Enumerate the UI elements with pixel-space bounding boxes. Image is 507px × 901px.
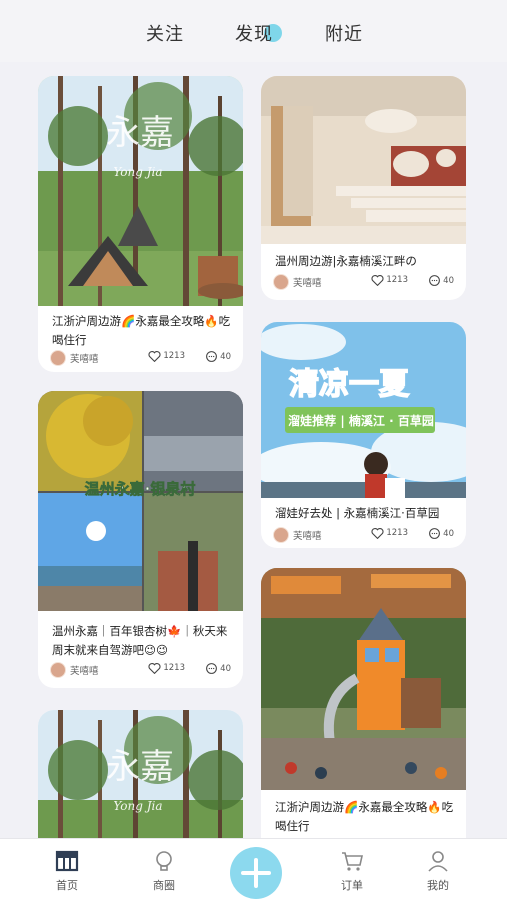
nav-circle-label: 商圈 [153, 879, 175, 892]
feed-card[interactable]: 永嘉 Yong Jia 江浙沪周边游🌈永嘉最全攻略🔥吃喝住行 芙嘻嘻 1213 … [38, 76, 243, 372]
comment-icon [429, 528, 441, 539]
nav-mine[interactable]: 我的 [408, 849, 468, 893]
feed-card[interactable]: 温州永嘉·银泉村 温州永嘉｜百年银杏树🍁｜秋天来周末就来自驾游吧😉😉 芙嘻嘻 1… [38, 391, 243, 688]
card-meta: 芙嘻嘻 1213 40 [273, 274, 454, 290]
overlay-title: 清凉一夏 [289, 367, 410, 402]
comment-icon [429, 275, 441, 286]
nav-circle[interactable]: 商圈 [134, 849, 194, 893]
cart-icon [342, 852, 363, 871]
nav-home[interactable]: 首页 [37, 849, 97, 893]
tab-discover[interactable]: 发现 [235, 24, 273, 45]
top-tab-bar: 关注 发现 附近 [0, 0, 507, 62]
feed-card[interactable]: 清凉一夏 溜娃推荐 | 楠溪江 · 百草园 溜娃好去处 | 永嘉楠溪江·百草园 … [261, 322, 466, 548]
heart-icon [371, 275, 384, 286]
overlay-text: 温州永嘉·银泉村 [85, 480, 196, 498]
avatar[interactable] [50, 662, 66, 678]
avatar[interactable] [273, 274, 289, 290]
like-button[interactable]: 1213 [371, 527, 408, 539]
comment-count: 40 [220, 351, 231, 362]
like-count: 1213 [163, 663, 185, 673]
heart-icon [371, 528, 384, 539]
overlay-subtext: Yong Jia [113, 799, 162, 813]
overlay-text: 永嘉 [106, 747, 174, 787]
add-post-button[interactable] [230, 847, 282, 899]
comment-icon [206, 351, 218, 362]
feed-card[interactable]: 温州周边游|永嘉楠溪江畔の 芙嘻嘻 1213 40 [261, 76, 466, 300]
comment-button[interactable]: 40 [205, 350, 231, 363]
card-title: 溜娃好去处 | 永嘉楠溪江·百草园 [275, 506, 440, 520]
overlay-text: 永嘉 [106, 113, 174, 153]
comment-count: 40 [443, 275, 454, 286]
comment-button[interactable]: 40 [428, 527, 454, 540]
heart-icon [148, 663, 161, 674]
author-name[interactable]: 芙嘻嘻 [70, 663, 99, 677]
comment-count: 40 [220, 663, 231, 674]
like-count: 1213 [386, 275, 408, 285]
like-button[interactable]: 1213 [148, 662, 185, 674]
overlay-subtext: 溜娃推荐 | 楠溪江 · 百草园 [288, 413, 434, 428]
like-button[interactable]: 1213 [371, 274, 408, 286]
feed-card[interactable]: 江浙沪周边游🌈永嘉最全攻略🔥吃喝住行 [261, 568, 466, 870]
like-count: 1213 [386, 528, 408, 538]
avatar[interactable] [50, 350, 66, 366]
home-icon [55, 850, 79, 872]
card-title: 温州永嘉｜百年银杏树🍁｜秋天来周末就来自驾游吧😉😉 [52, 624, 228, 657]
card-meta: 芙嘻嘻 1213 40 [50, 662, 231, 678]
avatar[interactable] [273, 527, 289, 543]
author-name[interactable]: 芙嘻嘻 [70, 351, 99, 365]
comment-count: 40 [443, 528, 454, 539]
heart-icon [148, 351, 161, 362]
nav-orders[interactable]: 订单 [322, 849, 382, 893]
card-photo: 永嘉 Yong Jia [38, 76, 243, 306]
card-title: 江浙沪周边游🌈永嘉最全攻略🔥吃喝住行 [52, 314, 231, 347]
nav-orders-label: 订单 [341, 879, 363, 892]
lightbulb-icon [156, 851, 172, 871]
tab-nearby[interactable]: 附近 [325, 20, 363, 46]
like-button[interactable]: 1213 [148, 350, 185, 362]
card-photo [261, 76, 466, 244]
author-name[interactable]: 芙嘻嘻 [293, 275, 322, 289]
nav-home-label: 首页 [56, 879, 78, 892]
like-count: 1213 [163, 351, 185, 361]
user-icon [428, 851, 448, 872]
nav-mine-label: 我的 [427, 879, 449, 892]
comment-icon [206, 663, 218, 674]
author-name[interactable]: 芙嘻嘻 [293, 528, 322, 542]
card-meta: 芙嘻嘻 1213 40 [50, 350, 231, 366]
comment-button[interactable]: 40 [205, 662, 231, 675]
card-photo [261, 568, 466, 790]
card-meta: 芙嘻嘻 1213 40 [273, 527, 454, 543]
card-photo: 清凉一夏 溜娃推荐 | 楠溪江 · 百草园 [261, 322, 466, 498]
card-title: 温州周边游|永嘉楠溪江畔の [275, 254, 417, 268]
card-title: 江浙沪周边游🌈永嘉最全攻略🔥吃喝住行 [275, 800, 454, 833]
overlay-subtext: Yong Jia [113, 165, 162, 179]
comment-button[interactable]: 40 [428, 274, 454, 287]
tab-follow[interactable]: 关注 [146, 20, 184, 46]
card-photo: 温州永嘉·银泉村 [38, 391, 243, 611]
